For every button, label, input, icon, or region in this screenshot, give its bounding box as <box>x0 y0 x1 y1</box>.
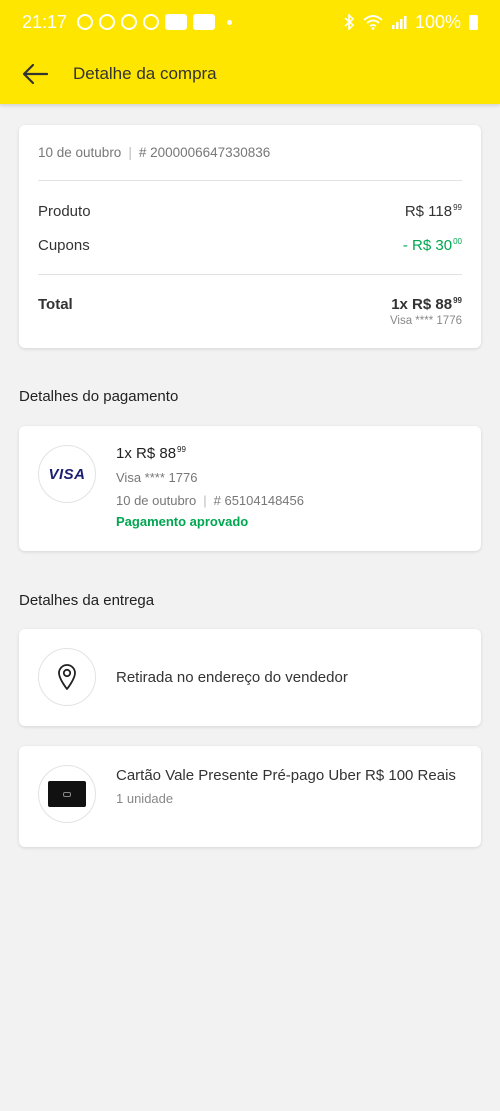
product-price-value: R$ 118 <box>404 203 453 220</box>
wifi-icon <box>363 15 383 30</box>
divider <box>38 274 462 275</box>
arrow-left-icon <box>22 63 49 85</box>
product-price: R$ 11899 <box>405 203 462 220</box>
delivery-section-title: Detalhes da entrega <box>19 592 155 609</box>
location-badge <box>38 648 96 706</box>
battery-percentage: 100% <box>414 11 461 32</box>
location-pin-icon <box>58 664 76 690</box>
back-button[interactable] <box>18 57 52 91</box>
pickup-text: Retirada no endereço do vendedor <box>116 669 348 686</box>
gift-card-image <box>48 781 86 807</box>
pickup-card[interactable]: Retirada no endereço do vendedor <box>19 629 481 726</box>
gmail-icon <box>193 14 216 30</box>
notification-icon <box>99 14 116 30</box>
meta-separator: | <box>203 493 207 508</box>
total-card: Visa **** 1776 <box>389 315 462 327</box>
payment-amount-cents: 99 <box>177 445 186 454</box>
notification-icon <box>121 14 138 30</box>
meta-separator: | <box>128 145 132 160</box>
purchase-summary-card: 10 de outubro | # 2000006647330836 Produto… <box>19 125 481 348</box>
order-number: # 2000006647330836 <box>138 145 271 160</box>
payment-card[interactable]: VISA 1x R$ 8899 Visa **** 1776 10 de out… <box>19 426 481 551</box>
payment-transaction: # 65104148456 <box>213 493 304 508</box>
total-amount: 1x R$ 8899 <box>391 296 462 313</box>
product-quantity: 1 unidade <box>116 791 174 806</box>
order-meta: 10 de outubro | # 2000006647330836 <box>38 145 270 160</box>
total-label: Total <box>38 296 73 313</box>
notification-icon <box>143 14 160 30</box>
product-card[interactable]: Cartão Vale Presente Pré-pago Uber R$ 10… <box>19 746 481 847</box>
coupon-discount-cents: 00 <box>453 237 462 246</box>
payment-amount-value: 1x R$ 88 <box>116 445 177 462</box>
signal-icon <box>391 16 407 29</box>
battery-icon <box>469 14 478 30</box>
payment-status: Pagamento aprovado <box>116 514 249 529</box>
status-right: 100% <box>343 12 478 33</box>
product-price-cents: 99 <box>453 203 462 212</box>
card-brand-badge: VISA <box>38 445 96 503</box>
payment-meta: 10 de outubro | # 65104148456 <box>116 493 304 508</box>
whatsapp-icon <box>77 14 94 30</box>
status-left: 21:17 <box>22 11 233 33</box>
payment-amount: 1x R$ 8899 <box>116 445 186 462</box>
status-time: 21:17 <box>22 11 68 32</box>
product-label: Produto <box>38 203 91 220</box>
page-title: Detalhe da compra <box>73 64 217 83</box>
status-bar: 21:17 100% <box>0 0 500 44</box>
visa-logo: VISA <box>48 465 86 483</box>
bluetooth-icon <box>344 14 355 30</box>
payment-section-title: Detalhes do pagamento <box>19 388 179 405</box>
more-notifications-dot-icon <box>227 19 233 25</box>
app-bar: Detalhe da compra <box>0 44 500 104</box>
coupon-discount-value: - R$ 30 <box>402 237 453 254</box>
order-date: 10 de outubro <box>38 145 122 160</box>
divider <box>38 180 462 181</box>
product-thumbnail <box>38 765 96 823</box>
app-notification-icon <box>165 14 188 30</box>
coupon-discount: - R$ 3000 <box>403 237 462 254</box>
coupon-label: Cupons <box>38 237 90 254</box>
total-amount-value: 1x R$ 88 <box>391 296 453 313</box>
product-title: Cartão Vale Presente Pré-pago Uber R$ 10… <box>116 767 456 784</box>
total-amount-cents: 99 <box>453 296 462 305</box>
payment-card-number: Visa **** 1776 <box>116 470 198 485</box>
uber-logo <box>63 791 71 797</box>
payment-date: 10 de outubro <box>116 493 197 508</box>
